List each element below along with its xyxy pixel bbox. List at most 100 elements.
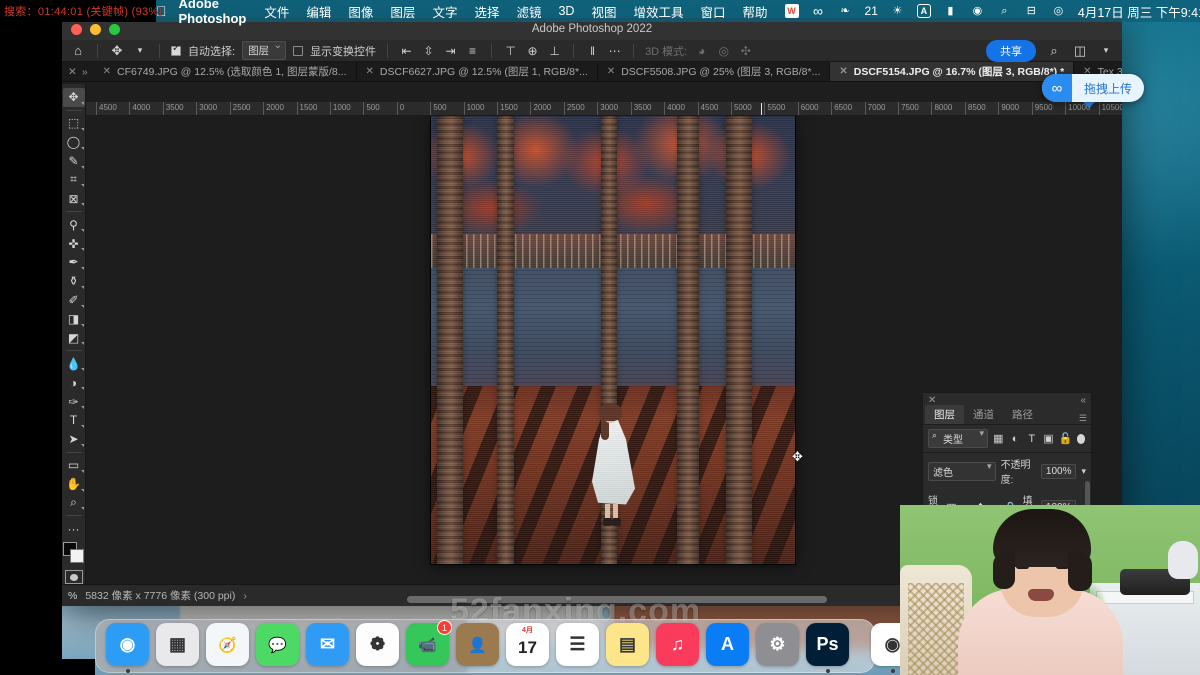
align-middle-v-icon[interactable]: ⊕ bbox=[525, 43, 540, 58]
workspace-icon[interactable]: ◫ bbox=[1072, 43, 1088, 59]
tab-dscf5154[interactable]: ✕ DSCF5154.JPG @ 16.7% (图层 3, RGB/8*) * bbox=[830, 62, 1075, 81]
dock-item-contacts[interactable]: 👤 bbox=[456, 623, 499, 666]
panel-menu-icon[interactable]: ☰ bbox=[1079, 413, 1091, 424]
dock-item-calendar[interactable]: 17 4月 bbox=[506, 623, 549, 666]
wps-icon[interactable]: W bbox=[784, 4, 799, 18]
menu-app-name[interactable]: Adobe Photoshop bbox=[179, 0, 247, 26]
path-selection-tool-icon[interactable]: ➤ bbox=[63, 430, 85, 449]
dock-item-app-store[interactable]: A bbox=[706, 623, 749, 666]
menu-item-edit[interactable]: 编辑 bbox=[306, 2, 331, 21]
dock-item-system-preferences[interactable]: ⚙ bbox=[756, 623, 799, 666]
close-all-icon[interactable]: ✕ bbox=[68, 66, 77, 78]
pixel-filter-icon[interactable]: ▦ bbox=[992, 432, 1005, 446]
close-icon[interactable]: ✕ bbox=[607, 66, 615, 77]
type-tool-icon[interactable]: T bbox=[63, 411, 85, 430]
roll-3d-icon[interactable]: ◎ bbox=[716, 43, 731, 58]
dock-item-launchpad[interactable]: ▦ bbox=[156, 623, 199, 666]
pan-3d-icon[interactable]: ✣ bbox=[738, 43, 753, 58]
tab-layers[interactable]: 图层 bbox=[925, 405, 964, 424]
dock-item-messages[interactable]: 💬 bbox=[256, 623, 299, 666]
type-filter-icon[interactable]: T bbox=[1025, 432, 1038, 446]
distribute-v-icon[interactable]: ‖ bbox=[585, 43, 600, 58]
tab-cf6749[interactable]: ✕ CF6749.JPG @ 12.5% (选取颜色 1, 图层蒙版/8... bbox=[93, 62, 357, 81]
close-icon[interactable]: ✕ bbox=[839, 66, 847, 77]
menu-item-3d[interactable]: 3D bbox=[558, 4, 574, 18]
align-right-icon[interactable]: ⇥ bbox=[443, 43, 458, 58]
chevron-down-icon[interactable]: ▾ bbox=[1098, 43, 1114, 59]
gradient-tool-icon[interactable]: ◩ bbox=[63, 329, 85, 348]
baidu-netdisk-icon[interactable]: ∞ bbox=[811, 4, 826, 19]
zoom-tool-icon[interactable]: ⌕ bbox=[63, 494, 85, 513]
dock-item-facetime[interactable]: 📹 1 bbox=[406, 620, 452, 666]
color-swatches[interactable] bbox=[62, 542, 85, 564]
eraser-tool-icon[interactable]: ◨ bbox=[63, 310, 85, 329]
menu-item-layer[interactable]: 图层 bbox=[390, 2, 415, 21]
document-canvas[interactable] bbox=[431, 116, 795, 564]
menu-item-file[interactable]: 文件 bbox=[264, 2, 289, 21]
pen-tool-icon[interactable]: ✑ bbox=[63, 392, 85, 411]
align-top-icon[interactable]: ⊤ bbox=[503, 43, 518, 58]
battery-icon[interactable]: ▮ bbox=[943, 4, 958, 19]
menu-item-select[interactable]: 选择 bbox=[474, 2, 499, 21]
distribute-h-icon[interactable]: ≡ bbox=[465, 43, 480, 58]
tab-channels[interactable]: 通道 bbox=[964, 405, 1003, 424]
wifi-icon[interactable]: ◉ bbox=[970, 4, 985, 19]
menu-datetime[interactable]: 4月17日 周三 下午9:41 bbox=[1078, 2, 1200, 21]
search-icon[interactable]: ⌕ bbox=[1046, 43, 1062, 59]
spot-healing-tool-icon[interactable]: ✜ bbox=[63, 234, 85, 253]
menu-item-window[interactable]: 窗口 bbox=[701, 2, 726, 21]
close-icon[interactable]: ✕ bbox=[366, 66, 374, 77]
dock-item-music[interactable]: ♫ bbox=[656, 623, 699, 666]
tab-dscf5508[interactable]: ✕ DSCF5508.JPG @ 25% (图层 3, RGB/8*... bbox=[597, 62, 831, 81]
zoom-level[interactable]: % bbox=[68, 590, 77, 602]
auto-select-dropdown[interactable]: 图层 bbox=[242, 40, 287, 60]
upload-widget[interactable]: ∞ 拖拽上传 bbox=[1042, 74, 1145, 102]
home-icon[interactable]: ⌂ bbox=[70, 43, 86, 59]
align-center-h-icon[interactable]: ⇳ bbox=[421, 43, 436, 58]
align-left-icon[interactable]: ⇤ bbox=[399, 43, 414, 58]
dock-item-mail[interactable]: ✉ bbox=[306, 623, 349, 666]
quick-selection-tool-icon[interactable]: ✎ bbox=[63, 152, 85, 171]
status-chevron-icon[interactable]: › bbox=[243, 590, 247, 602]
rectangle-tool-icon[interactable]: ▭ bbox=[63, 456, 85, 475]
tab-scroll-icon[interactable]: » bbox=[82, 66, 88, 78]
spotlight-search-icon[interactable]: ⌕ bbox=[997, 4, 1012, 19]
dock-item-finder[interactable]: ◉ bbox=[106, 623, 149, 673]
dock-item-reminders[interactable]: ☰ bbox=[556, 623, 599, 666]
tab-dscf6627[interactable]: ✕ DSCF6627.JPG @ 12.5% (图层 1, RGB/8*... bbox=[356, 62, 598, 81]
quick-mask-icon[interactable] bbox=[64, 570, 83, 585]
marquee-tool-icon[interactable]: ⬚ bbox=[63, 114, 85, 133]
history-brush-tool-icon[interactable]: ✐ bbox=[63, 291, 85, 310]
auto-select-checkbox[interactable] bbox=[171, 43, 181, 56]
crop-tool-icon[interactable]: ⌗ bbox=[63, 171, 85, 190]
ellipsis-icon[interactable]: ⋯ bbox=[607, 43, 622, 58]
tab-overflow-controls[interactable]: ✕ » bbox=[62, 62, 94, 81]
opacity-value[interactable]: 100% bbox=[1040, 463, 1077, 479]
dodge-tool-icon[interactable]: ◑ bbox=[63, 373, 85, 392]
tab-paths[interactable]: 路径 bbox=[1003, 405, 1042, 424]
chevron-down-icon[interactable]: ▾ bbox=[1081, 466, 1086, 477]
dock-item-safari[interactable]: 🧭 bbox=[206, 623, 249, 666]
hand-tool-icon[interactable]: ✋ bbox=[63, 475, 85, 494]
dock-item-notes[interactable]: ▤ bbox=[606, 623, 649, 666]
move-tool-icon[interactable]: ✥ bbox=[109, 43, 125, 59]
background-color-swatch[interactable] bbox=[69, 549, 84, 564]
menu-item-image[interactable]: 图像 bbox=[348, 2, 373, 21]
edit-toolbar-icon[interactable]: ··· bbox=[63, 519, 85, 538]
dock-item-photos[interactable]: ❁ bbox=[356, 623, 399, 666]
menu-item-type[interactable]: 文字 bbox=[432, 2, 457, 21]
brush-tool-icon[interactable]: ✒ bbox=[63, 253, 85, 272]
show-transform-checkbox[interactable] bbox=[293, 45, 304, 56]
wechat-icon[interactable]: ❧ bbox=[838, 4, 853, 19]
menu-item-plugins[interactable]: 增效工具 bbox=[633, 2, 683, 21]
blur-tool-icon[interactable]: 💧 bbox=[63, 354, 85, 373]
shape-filter-icon[interactable]: ▣ bbox=[1042, 432, 1055, 446]
filter-toggle[interactable] bbox=[1076, 433, 1085, 444]
rotate-3d-icon[interactable]: ◕ bbox=[694, 43, 709, 58]
clone-stamp-tool-icon[interactable]: ⚱ bbox=[63, 272, 85, 291]
menu-item-help[interactable]: 帮助 bbox=[743, 2, 768, 21]
adjustment-filter-icon[interactable]: ◐ bbox=[1009, 432, 1022, 446]
eyedropper-tool-icon[interactable]: ⚲ bbox=[63, 215, 85, 234]
dock-item-photoshop[interactable]: Ps bbox=[806, 623, 849, 673]
share-button[interactable]: 共享 bbox=[986, 39, 1036, 62]
